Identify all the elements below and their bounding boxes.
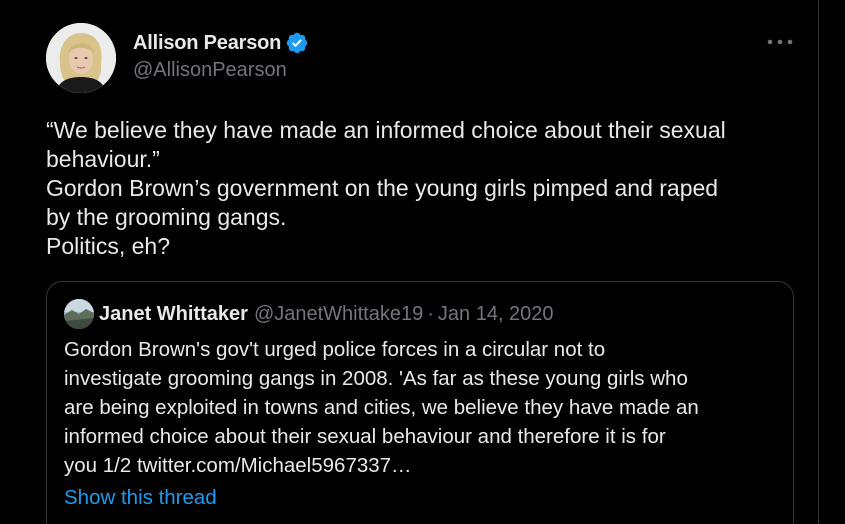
quoted-text-line: you 1/2 twitter.com/Michael5967337… <box>64 454 412 477</box>
author-name-row[interactable]: Allison Pearson <box>133 29 309 57</box>
quoted-author-handle: @JanetWhittake19 <box>253 302 424 325</box>
tweet-text-line: Gordon Brown’s government on the young g… <box>46 175 719 201</box>
header-separator: · <box>427 302 434 325</box>
quoted-tweet-header: Janet Whittaker @JanetWhittake19 · Jan 1… <box>64 299 554 329</box>
column-divider <box>818 0 819 524</box>
verified-badge-icon <box>285 31 309 55</box>
tweet-card[interactable]: Allison Pearson @AllisonPearson “We beli… <box>0 0 845 524</box>
more-options-icon <box>767 39 793 45</box>
author-name[interactable]: Allison Pearson <box>133 32 281 55</box>
tweet-text: “We believe they have made an informed c… <box>46 116 806 261</box>
quoted-tweet-date: Jan 14, 2020 <box>437 302 554 325</box>
quoted-tweet-text: Gordon Brown's gov't urged police forces… <box>64 335 784 480</box>
quoted-author-name: Janet Whittaker <box>99 302 248 325</box>
author-avatar[interactable] <box>46 23 116 93</box>
show-thread-link[interactable]: Show this thread <box>64 486 217 510</box>
quoted-text-line: Gordon Brown's gov't urged police forces… <box>64 338 606 361</box>
quoted-text-line: informed choice about their sexual behav… <box>64 425 666 448</box>
landscape-avatar-icon <box>64 299 94 329</box>
quoted-text-line: are being exploited in towns and cities,… <box>64 396 699 419</box>
author-handle[interactable]: @AllisonPearson <box>133 59 287 82</box>
tweet-text-line: by the grooming gangs. <box>46 204 287 230</box>
user-avatar-photo-icon <box>46 23 116 93</box>
quoted-tweet-card[interactable]: Janet Whittaker @JanetWhittake19 · Jan 1… <box>46 281 794 524</box>
more-options-button[interactable] <box>764 28 796 56</box>
tweet-text-line: behaviour.” <box>46 146 160 172</box>
quoted-text-line: investigate grooming gangs in 2008. 'As … <box>64 367 688 390</box>
quoted-author-avatar <box>64 299 94 329</box>
tweet-text-line: “We believe they have made an informed c… <box>46 117 726 143</box>
tweet-text-line: Politics, eh? <box>46 233 171 259</box>
